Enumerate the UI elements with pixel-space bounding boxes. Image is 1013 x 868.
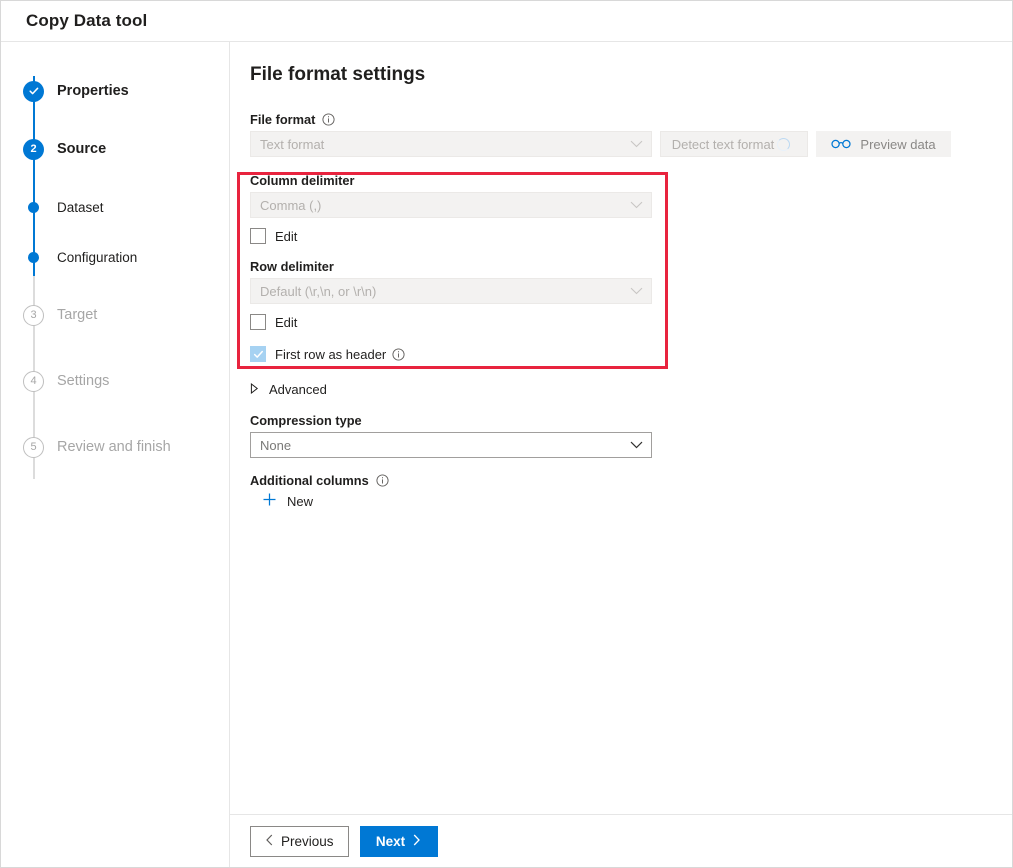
advanced-label: Advanced [269,382,327,397]
preview-data-label: Preview data [860,137,935,152]
sidebar-item-dataset[interactable]: Dataset [1,182,229,232]
additional-columns-label-row: Additional columns [250,473,1012,488]
check-icon [23,81,44,102]
step-number-badge: 2 [23,139,44,160]
compression-type-value: None [260,438,291,453]
chevron-down-icon [630,441,643,450]
wizard-footer: Previous Next [230,815,1012,867]
page-title: File format settings [250,64,1012,86]
row-delimiter-edit-checkbox[interactable] [250,314,266,330]
chevron-right-icon [250,382,259,397]
next-button-label: Next [376,834,405,849]
column-delimiter-edit-row[interactable]: Edit [250,225,1012,247]
step-dot-icon [23,252,39,263]
file-format-label-row: File format [250,112,1012,127]
sidebar-item-source[interactable]: 2 Source [1,116,229,182]
file-format-label: File format [250,112,315,127]
sidebar-item-label: Dataset [57,200,104,215]
chevron-right-icon [412,834,421,849]
row-delimiter-dropdown[interactable]: Default (\r,\n, or \r\n) [250,278,652,304]
step-dot-icon [23,202,39,213]
first-row-as-header-checkbox[interactable] [250,346,266,362]
chevron-down-icon [630,287,643,296]
sidebar-item-label: Target [57,307,97,323]
plus-icon [262,492,277,510]
advanced-section-toggle[interactable]: Advanced [250,382,1012,397]
detect-text-format-label: Detect text format [672,137,775,152]
sidebar-item-label: Settings [57,373,109,389]
copy-data-tool-window: Copy Data tool Properties [0,0,1013,868]
preview-data-button[interactable]: Preview data [816,131,951,157]
row-delimiter-label: Row delimiter [250,259,1012,274]
sidebar-item-label: Properties [57,83,129,99]
info-icon[interactable] [392,348,405,361]
previous-button[interactable]: Previous [250,826,349,857]
next-button[interactable]: Next [360,826,438,857]
sidebar-item-review-and-finish[interactable]: 5 Review and finish [1,414,229,480]
file-format-settings-pane: File format settings File format Tex [230,42,1012,815]
step-number-text: 3 [23,305,44,326]
detect-text-format-button[interactable]: Detect text format [660,131,808,157]
column-delimiter-edit-label: Edit [275,229,297,244]
compression-type-label: Compression type [250,413,1012,428]
step-number-badge: 5 [23,437,44,458]
wizard-sidebar: Properties 2 Source Dataset [1,42,230,867]
sidebar-item-target[interactable]: 3 Target [1,282,229,348]
step-number-text: 4 [23,371,44,392]
column-delimiter-label: Column delimiter [250,173,1012,188]
sidebar-item-label: Review and finish [57,439,171,455]
wizard-step-list: Properties 2 Source Dataset [1,42,229,480]
file-format-value: Text format [260,137,324,152]
sidebar-item-properties[interactable]: Properties [1,66,229,116]
first-row-as-header-text: First row as header [275,347,386,362]
info-icon[interactable] [376,474,389,487]
first-row-as-header-row[interactable]: First row as header [250,343,1012,365]
sidebar-item-label: Source [57,141,106,157]
sidebar-item-settings[interactable]: 4 Settings [1,348,229,414]
column-delimiter-dropdown[interactable]: Comma (,) [250,192,652,218]
step-number-text: 2 [23,139,44,160]
step-number-badge: 3 [23,305,44,326]
sidebar-item-label: Configuration [57,250,137,265]
wizard-content: File format settings File format Tex [230,42,1012,867]
row-delimiter-edit-row[interactable]: Edit [250,311,1012,333]
info-icon[interactable] [322,113,335,126]
window-title: Copy Data tool [26,11,147,31]
add-additional-column-label: New [287,494,313,509]
sidebar-item-configuration[interactable]: Configuration [1,232,229,282]
step-number-text: 5 [23,437,44,458]
add-additional-column-button[interactable]: New [262,492,1012,510]
previous-button-label: Previous [281,834,334,849]
chevron-left-icon [265,834,274,849]
chevron-down-icon [630,201,643,210]
glasses-icon [831,137,851,152]
first-row-as-header-label: First row as header [275,347,405,362]
additional-columns-label: Additional columns [250,473,369,488]
file-format-dropdown[interactable]: Text format [250,131,652,157]
window-body: Properties 2 Source Dataset [1,42,1012,867]
compression-type-dropdown[interactable]: None [250,432,652,458]
step-number-badge: 4 [23,371,44,392]
column-delimiter-edit-checkbox[interactable] [250,228,266,244]
loading-spinner-icon [777,138,790,151]
chevron-down-icon [630,140,643,149]
column-delimiter-value: Comma (,) [260,198,321,213]
row-delimiter-value: Default (\r,\n, or \r\n) [260,284,376,299]
window-titlebar: Copy Data tool [1,1,1012,42]
file-format-controls: Text format Detect text format [250,131,1012,157]
row-delimiter-edit-label: Edit [275,315,297,330]
